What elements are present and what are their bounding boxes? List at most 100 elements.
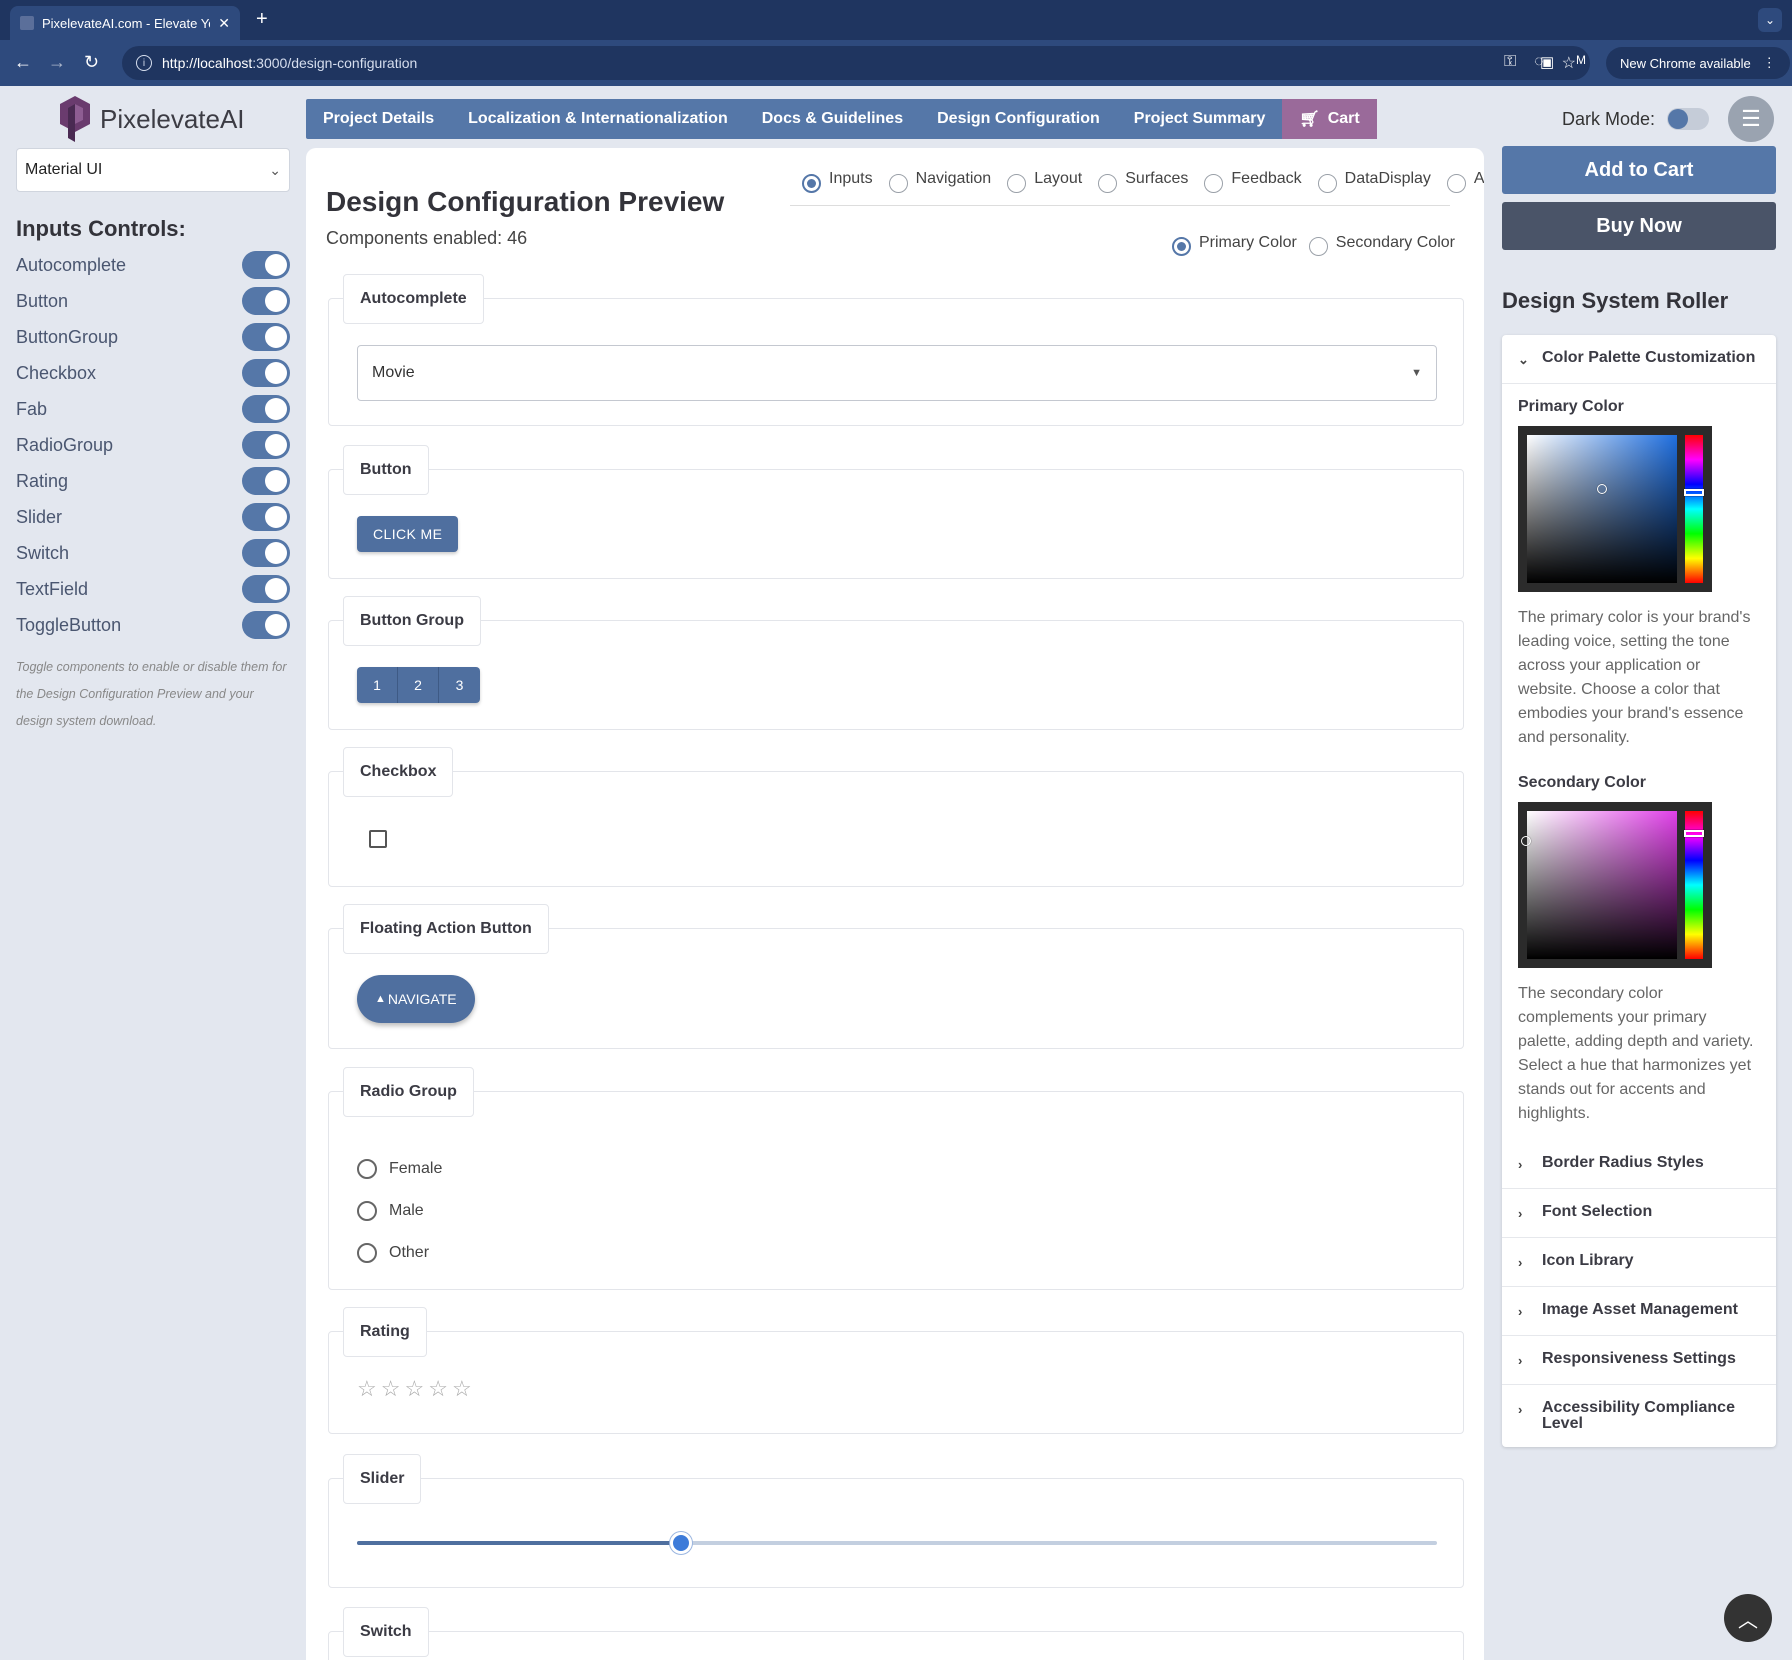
control-toggle-fab[interactable] [242, 395, 290, 423]
category-navigation[interactable]: Navigation [888, 170, 991, 193]
control-label: TextField [16, 578, 89, 599]
primary-color-picker[interactable] [1518, 426, 1712, 592]
radio-option-female[interactable]: Female [357, 1148, 442, 1190]
control-toggle-slider[interactable] [242, 503, 290, 531]
category-inputs[interactable]: Inputs [802, 170, 873, 193]
navigate-fab[interactable]: ▲ NAVIGATE [357, 975, 475, 1023]
nav-project-summary[interactable]: Project Summary [1117, 99, 1283, 139]
back-to-top-button[interactable]: ︿ [1724, 1594, 1772, 1642]
primary-color-description: The primary color is your brand's leadin… [1518, 609, 1751, 746]
category-datadisplay[interactable]: DataDisplay [1317, 170, 1431, 193]
reload-icon[interactable]: ↻ [84, 52, 99, 73]
control-toggle-textfield[interactable] [242, 575, 290, 603]
buy-now-button[interactable]: Buy Now [1502, 202, 1776, 250]
secondary-saturation-area[interactable] [1527, 811, 1677, 959]
primary-saturation-area[interactable] [1527, 435, 1677, 583]
add-to-cart-button[interactable]: Add to Cart [1502, 146, 1776, 194]
category-layout[interactable]: Layout [1007, 170, 1082, 193]
browser-tab[interactable]: PixelevateAI.com - Elevate Yo ✕ [10, 6, 240, 40]
primary-hue-bar[interactable] [1685, 435, 1703, 583]
control-toggle-radiogroup[interactable] [242, 431, 290, 459]
star-icon[interactable]: ☆ [428, 1376, 448, 1402]
primary-hue-handle[interactable] [1684, 489, 1704, 496]
nav-docs-guidelines[interactable]: Docs & Guidelines [745, 99, 920, 139]
control-label: Rating [16, 470, 69, 491]
autocomplete-input[interactable]: Movie ▼ [357, 345, 1437, 401]
radio-icon [1308, 237, 1328, 256]
app-logo[interactable]: PixelevateAI [60, 96, 245, 142]
site-info-icon[interactable]: i [136, 55, 152, 71]
chevron-up-icon: ︿ [1738, 1609, 1758, 1632]
tab-search-button[interactable]: ⌄ [1758, 8, 1782, 32]
control-toggle-buttongroup[interactable] [242, 323, 290, 351]
preview-card: Design Configuration Preview Components … [306, 148, 1484, 1660]
accordion-image-assets[interactable]: › Image Asset Management [1502, 1287, 1776, 1336]
category-feedback[interactable]: Feedback [1204, 170, 1302, 193]
menu-dots-icon[interactable]: ⋮ [1763, 55, 1776, 71]
section-label: Rating [343, 1307, 427, 1357]
color-primary-option[interactable]: Primary Color [1172, 234, 1297, 256]
library-select[interactable]: Material UI ⌄ [16, 148, 290, 192]
category-label: All [1473, 170, 1484, 187]
control-toggle-button[interactable] [242, 287, 290, 315]
update-chrome-label: New Chrome available [1620, 55, 1751, 71]
control-toggle-switch[interactable] [242, 539, 290, 567]
secondary-color-picker[interactable] [1518, 802, 1712, 968]
profile-avatar[interactable]: M [1576, 53, 1586, 67]
color-secondary-option[interactable]: Secondary Color [1308, 234, 1455, 256]
close-tab-icon[interactable]: ✕ [218, 15, 230, 32]
control-toggle-autocomplete[interactable] [242, 251, 290, 279]
primary-color-handle[interactable] [1597, 484, 1607, 494]
side-panel-icon[interactable]: ▣ [1540, 53, 1554, 71]
password-key-icon[interactable]: ⚿ [1504, 53, 1516, 73]
radio-icon [1204, 174, 1224, 193]
accordion-responsiveness[interactable]: › Responsiveness Settings [1502, 1336, 1776, 1385]
accordion-icon-library[interactable]: › Icon Library [1502, 1238, 1776, 1287]
group-button-3[interactable]: 3 [439, 667, 480, 703]
nav-project-details[interactable]: Project Details [306, 99, 451, 139]
control-toggle-checkbox[interactable] [242, 359, 290, 387]
radio-option-male[interactable]: Male [357, 1190, 442, 1232]
star-icon[interactable]: ☆ [452, 1376, 472, 1402]
navigation-arrow-icon: ▲ [375, 993, 386, 1005]
radio-option-other[interactable]: Other [357, 1232, 442, 1274]
control-toggle-togglebutton[interactable] [242, 611, 290, 639]
settings-accordion: ⌄ Color Palette Customization Primary Co… [1502, 335, 1776, 1447]
category-label: Feedback [1231, 170, 1302, 187]
url-field[interactable]: i http://localhost:3000/design-configura… [122, 46, 1590, 80]
control-toggle-rating[interactable] [242, 467, 290, 495]
category-all[interactable]: All [1446, 170, 1484, 193]
secondary-hue-handle[interactable] [1684, 830, 1704, 837]
nav-design-configuration[interactable]: Design Configuration [920, 99, 1117, 139]
radio-icon [1446, 174, 1466, 193]
accordion-border-radius[interactable]: › Border Radius Styles [1502, 1140, 1776, 1189]
star-icon[interactable]: ☆ [357, 1376, 377, 1402]
dark-mode-toggle[interactable] [1667, 108, 1710, 130]
accordion-color-palette[interactable]: ⌄ Color Palette Customization [1502, 335, 1776, 384]
section-fab: Floating Action Button ▲ NAVIGATE [328, 904, 1464, 1049]
category-surfaces[interactable]: Surfaces [1098, 170, 1188, 193]
address-bar-row: ← → ↻ i http://localhost:3000/design-con… [0, 40, 1792, 86]
hamburger-menu-icon[interactable]: ☰ [1728, 96, 1774, 142]
secondary-color-handle[interactable] [1521, 836, 1531, 846]
back-icon[interactable]: ← [14, 52, 32, 73]
star-icon[interactable]: ☆ [381, 1376, 401, 1402]
slider-thumb[interactable] [670, 1532, 692, 1554]
group-button-1[interactable]: 1 [357, 667, 398, 703]
slider-track[interactable] [357, 1532, 1437, 1554]
nav-cart[interactable]: 🛒︎ Cart [1282, 99, 1377, 139]
nav-localization[interactable]: Localization & Internationalization [451, 99, 745, 139]
group-button-2[interactable]: 2 [398, 667, 439, 703]
accordion-accessibility[interactable]: › Accessibility Compliance Level [1502, 1385, 1776, 1447]
star-icon[interactable]: ☆ [404, 1376, 424, 1402]
update-chrome-button[interactable]: New Chrome available ⋮ [1606, 47, 1790, 79]
section-label: Switch [343, 1607, 429, 1657]
accordion-font-selection[interactable]: › Font Selection [1502, 1189, 1776, 1238]
dropdown-arrow-icon[interactable]: ▼ [1411, 367, 1422, 379]
chevron-right-icon: › [1518, 1157, 1523, 1172]
click-me-button[interactable]: CLICK ME [357, 516, 459, 552]
checkbox[interactable] [369, 830, 387, 848]
forward-icon[interactable]: → [48, 52, 66, 73]
bookmark-star-icon[interactable]: ☆ [1562, 53, 1576, 73]
new-tab-button[interactable]: + [256, 8, 268, 31]
